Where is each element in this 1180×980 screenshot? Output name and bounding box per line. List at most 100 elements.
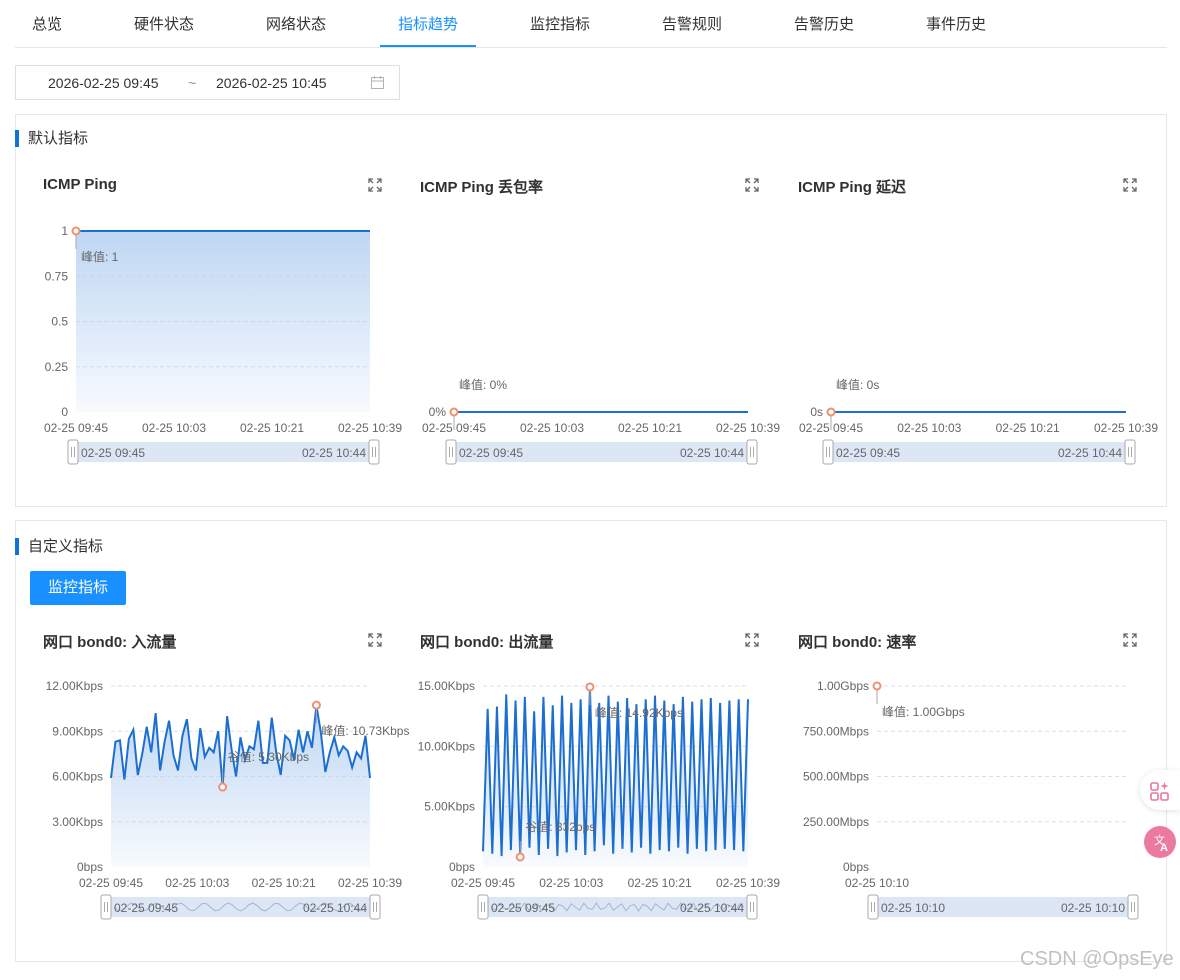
chart-icmp-latency: 0s 02-25 09:45 02-25 10:03 02-25 10:21 02-25…: [799, 377, 1158, 465]
y-tick-label: 0bps: [77, 860, 103, 874]
zoom-slider[interactable]: 02-25 09:45 02-25 10:44: [100, 894, 381, 920]
y-tick-label: 1.00Gbps: [817, 679, 869, 693]
peak-label: 峰值: 1.00Gbps: [882, 704, 965, 719]
zoom-slider[interactable]: 02-25 09:45 02-25 10:44: [67, 439, 380, 465]
chart-panel-bond0-rate: 网口 bond0: 速率 1.00Gbps 750.00Mbps 500.00Mbp…: [785, 631, 1145, 931]
series-area: [76, 231, 370, 412]
y-tick-label: 0s: [810, 405, 823, 419]
svg-text:A: A: [1160, 842, 1168, 854]
chart-panel-icmp-loss: ICMP Ping 丢包率 0% 02-25 09:45 02-25 10:03 02…: [407, 176, 780, 476]
peak-marker: [872, 681, 882, 691]
chart-panel-icmp-latency: ICMP Ping 延迟 0s 02-25 09:45 02-25 10:03 02-…: [785, 176, 1158, 476]
zoom-handle[interactable]: [746, 439, 758, 465]
y-tick-label: 9.00Kbps: [52, 724, 103, 738]
y-tick-label: 0: [61, 405, 68, 419]
peak-label: 峰值: 0s: [836, 377, 879, 392]
x-tick-label: 02-25 09:45: [44, 421, 108, 435]
chart-icmp-ping: 1 0.75 0.5 0.25 0 02-25 09:45 02-25 10:03 02-25…: [44, 224, 402, 465]
tab-hardware-status[interactable]: 硬件状态: [129, 0, 199, 48]
chart-icmp-loss: 0% 02-25 09:45 02-25 10:03 02-25 10:21 02-25…: [422, 377, 780, 465]
x-tick-label: 02-25 09:45: [79, 876, 143, 890]
zoom-handle[interactable]: [445, 439, 457, 465]
y-tick-label: 12.00Kbps: [46, 679, 103, 693]
zoom-end-label: 02-25 10:44: [303, 901, 367, 915]
x-tick-label: 02-25 10:03: [897, 421, 961, 435]
x-tick-label: 02-25 10:39: [1094, 421, 1158, 435]
chart-bond0-out: 15.00Kbps 10.00Kbps 5.00Kbps 0bps 02-25 09:4…: [418, 679, 780, 920]
tab-bar: 总览 硬件状态 网络状态 指标趋势 监控指标 告警规则 告警历史 事件历史: [15, 0, 1167, 48]
chart-panel-icmp-ping: ICMP Ping 1 0.75 0.5 0.25 0 02-25 09:45 02-25 …: [30, 176, 402, 476]
zoom-end-label: 02-25 10:44: [680, 446, 744, 460]
chart-panel-bond0-in: 网口 bond0: 入流量 12.00Kbps 9.00Kbps 6.00Kbps 3…: [30, 631, 409, 931]
x-tick-label: 02-25 10:21: [240, 421, 304, 435]
x-tick-label: 02-25 10:10: [845, 876, 909, 890]
peak-marker: [826, 407, 836, 417]
x-tick-label: 02-25 10:39: [716, 421, 780, 435]
zoom-handle[interactable]: [100, 894, 112, 920]
zoom-slider[interactable]: 02-25 09:45 02-25 10:44: [822, 439, 1136, 465]
zoom-start-label: 02-25 09:45: [114, 901, 178, 915]
zoom-handle[interactable]: [477, 894, 489, 920]
tab-monitor-metrics[interactable]: 监控指标: [525, 0, 595, 48]
peak-label: 峰值: 10.73Kbps: [321, 723, 409, 738]
tab-alert-rules[interactable]: 告警规则: [657, 0, 727, 48]
default-metrics-title: 默认指标: [15, 130, 88, 147]
zoom-slider[interactable]: 02-25 09:45 02-25 10:44: [477, 894, 758, 920]
x-tick-label: 02-25 10:03: [165, 876, 229, 890]
range-end-input[interactable]: 2026-02-25 10:45: [216, 66, 327, 101]
tab-metric-trends[interactable]: 指标趋势: [393, 0, 463, 48]
tab-event-history[interactable]: 事件历史: [921, 0, 991, 48]
range-start-input[interactable]: 2026-02-25 09:45: [48, 66, 159, 101]
zoom-end-label: 02-25 10:44: [680, 901, 744, 915]
apps-float-button[interactable]: [1140, 770, 1180, 810]
watermark-text: CSDN @OpsEye: [1020, 948, 1174, 970]
x-tick-label: 02-25 10:39: [338, 421, 402, 435]
date-range-picker[interactable]: 2026-02-25 09:45 ~ 2026-02-25 10:45: [15, 65, 400, 100]
chart-panel-bond0-out: 网口 bond0: 出流量 15.00Kbps 10.00Kbps 5.00Kbps…: [407, 631, 780, 931]
translate-float-button[interactable]: 文 A: [1140, 822, 1180, 862]
y-tick-label: 0.25: [45, 360, 69, 374]
zoom-start-label: 02-25 09:45: [836, 446, 900, 460]
tab-alert-history[interactable]: 告警历史: [789, 0, 859, 48]
zoom-handle[interactable]: [369, 894, 381, 920]
zoom-handle[interactable]: [1127, 894, 1139, 920]
y-tick-label: 0bps: [449, 860, 475, 874]
zoom-handle[interactable]: [746, 894, 758, 920]
valley-marker: [218, 782, 228, 792]
zoom-handle[interactable]: [368, 439, 380, 465]
y-tick-label: 15.00Kbps: [418, 679, 475, 693]
range-separator: ~: [188, 75, 197, 91]
valley-label: 谷值: 5.30Kbps: [228, 749, 309, 764]
zoom-end-label: 02-25 10:10: [1061, 901, 1125, 915]
y-tick-label: 0.75: [45, 269, 69, 283]
zoom-handle[interactable]: [67, 439, 79, 465]
monitor-metrics-button[interactable]: 监控指标: [30, 571, 126, 605]
y-tick-label: 5.00Kbps: [424, 800, 475, 814]
y-tick-label: 0.5: [51, 315, 68, 329]
peak-label: 峰值: 0%: [459, 377, 507, 392]
x-tick-label: 02-25 10:39: [716, 876, 780, 890]
valley-label: 谷值: 832bps: [525, 819, 595, 834]
y-tick-label: 0bps: [843, 860, 869, 874]
custom-metrics-title: 自定义指标: [15, 538, 103, 555]
x-tick-label: 02-25 10:03: [142, 421, 206, 435]
x-tick-label: 02-25 10:03: [520, 421, 584, 435]
x-tick-label: 02-25 10:03: [539, 876, 603, 890]
y-tick-label: 750.00Mbps: [803, 724, 869, 738]
zoom-slider[interactable]: 02-25 10:10 02-25 10:10: [867, 894, 1139, 920]
y-tick-label: 0%: [429, 405, 447, 419]
peak-label: 峰值: 14.92Kbps: [595, 705, 683, 720]
zoom-start-label: 02-25 09:45: [491, 901, 555, 915]
zoom-slider[interactable]: 02-25 09:45 02-25 10:44: [445, 439, 758, 465]
zoom-start-label: 02-25 10:10: [881, 901, 945, 915]
tab-overview[interactable]: 总览: [17, 0, 77, 48]
x-tick-label: 02-25 10:21: [628, 876, 692, 890]
apps-icon: [1150, 782, 1169, 801]
y-tick-label: 250.00Mbps: [803, 815, 869, 829]
y-tick-label: 6.00Kbps: [52, 770, 103, 784]
zoom-handle[interactable]: [1124, 439, 1136, 465]
zoom-handle[interactable]: [867, 894, 879, 920]
tab-network-status[interactable]: 网络状态: [261, 0, 331, 48]
zoom-handle[interactable]: [822, 439, 834, 465]
calendar-icon[interactable]: [370, 75, 385, 90]
